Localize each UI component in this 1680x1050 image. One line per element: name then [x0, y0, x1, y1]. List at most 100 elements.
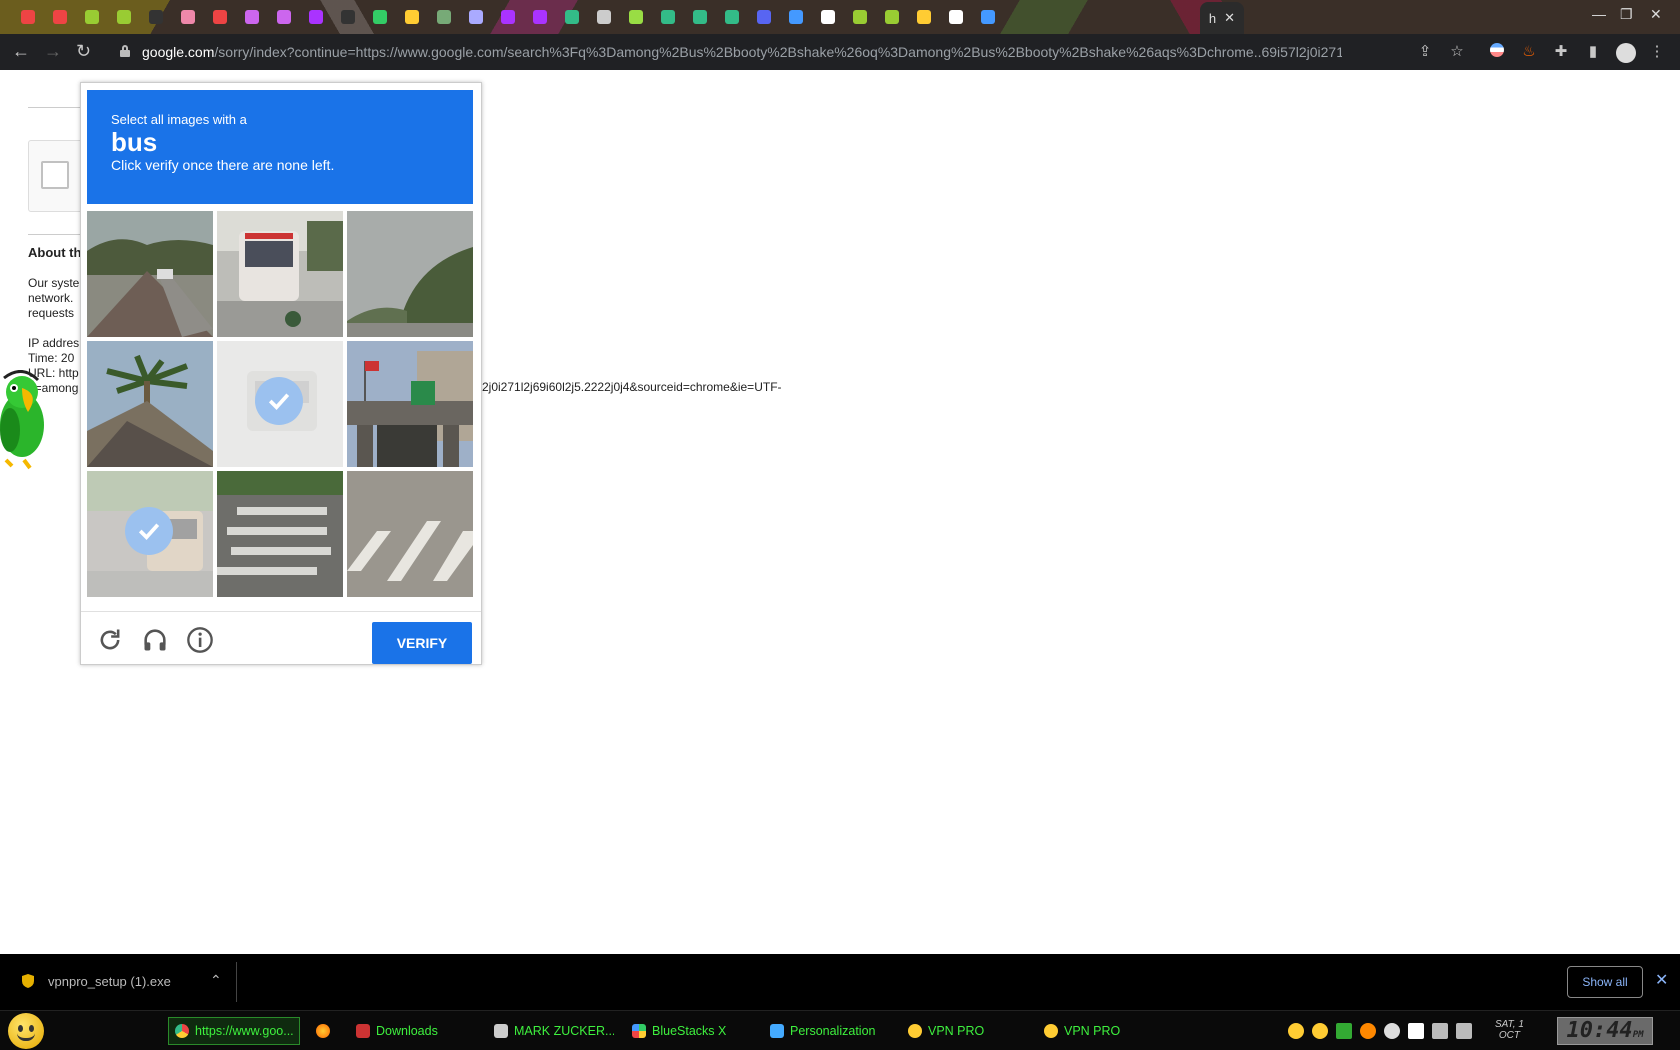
- tray-search-icon[interactable]: [1360, 1023, 1376, 1039]
- image-tile[interactable]: [347, 471, 473, 597]
- browser-tab[interactable]: [16, 6, 40, 28]
- verify-button[interactable]: VERIFY: [372, 622, 472, 664]
- tab-favicon-icon: [213, 10, 227, 24]
- url-text[interactable]: google.com/sorry/index?continue=https://…: [142, 44, 1342, 60]
- minimize-icon[interactable]: —: [1592, 6, 1606, 22]
- browser-tab[interactable]: [624, 6, 648, 28]
- tab-favicon-icon: [21, 10, 35, 24]
- browser-tab[interactable]: [976, 6, 1000, 28]
- show-all-button[interactable]: Show all: [1567, 966, 1643, 998]
- browser-tab[interactable]: [592, 6, 616, 28]
- browser-tab[interactable]: [848, 6, 872, 28]
- forward-icon[interactable]: →: [44, 42, 62, 60]
- taskbar-item-downloads[interactable]: Downloads: [356, 1017, 476, 1045]
- browser-tab[interactable]: [912, 6, 936, 28]
- browser-tab[interactable]: [240, 6, 264, 28]
- browser-tab[interactable]: [656, 6, 680, 28]
- extensions-puzzle-icon[interactable]: ✚: [1552, 43, 1570, 61]
- tab-favicon-icon: [373, 10, 387, 24]
- download-item[interactable]: vpnpro_setup (1).exe ⌃: [14, 966, 228, 998]
- tray-smiley-icon[interactable]: [1288, 1023, 1304, 1039]
- browser-tab[interactable]: [464, 6, 488, 28]
- address-bar[interactable]: google.com/sorry/index?continue=https://…: [110, 39, 1440, 65]
- image-grid: [87, 211, 475, 599]
- tab-active[interactable]: h ✕: [1200, 2, 1244, 34]
- browser-tab[interactable]: [400, 6, 424, 28]
- image-tile[interactable]: [217, 471, 343, 597]
- tray-smiley-icon[interactable]: [1312, 1023, 1328, 1039]
- browser-tab[interactable]: [720, 6, 744, 28]
- reload-icon[interactable]: ↻: [76, 42, 91, 60]
- browser-tab[interactable]: [304, 6, 328, 28]
- browser-tab[interactable]: [496, 6, 520, 28]
- recaptcha-checkbox[interactable]: [41, 161, 69, 189]
- image-tile[interactable]: [87, 341, 213, 467]
- browser-tab[interactable]: [528, 6, 552, 28]
- close-window-icon[interactable]: ✕: [1650, 6, 1662, 23]
- browser-tab[interactable]: [560, 6, 584, 28]
- start-button-smiley-icon[interactable]: [8, 1013, 44, 1049]
- browser-tab[interactable]: [816, 6, 840, 28]
- browser-tab[interactable]: [112, 6, 136, 28]
- tab-favicon-icon: [469, 10, 483, 24]
- clock-date[interactable]: SAT, 1 OCT: [1495, 1019, 1524, 1041]
- reload-challenge-icon[interactable]: [96, 626, 124, 654]
- back-icon[interactable]: ←: [12, 42, 30, 60]
- browser-tab[interactable]: [80, 6, 104, 28]
- taskbar: https://www.goo... Downloads MARK ZUCKER…: [0, 1010, 1680, 1050]
- firefox-icon: [316, 1024, 330, 1038]
- chevron-up-icon[interactable]: ⌃: [210, 972, 222, 989]
- taskbar-item-bluestacks[interactable]: BlueStacks X: [632, 1017, 752, 1045]
- image-tile[interactable]: [87, 471, 213, 597]
- profile-avatar[interactable]: [1616, 43, 1636, 63]
- challenge-header: Select all images with a bus Click verif…: [87, 90, 473, 204]
- image-tile[interactable]: [217, 341, 343, 467]
- taskbar-item-firefox[interactable]: [316, 1017, 336, 1045]
- browser-tab[interactable]: [336, 6, 360, 28]
- image-tile[interactable]: [87, 211, 213, 337]
- browser-tab[interactable]: [880, 6, 904, 28]
- volume-icon[interactable]: [1456, 1023, 1472, 1039]
- tray-tree-icon[interactable]: [1336, 1023, 1352, 1039]
- browser-tab[interactable]: [48, 6, 72, 28]
- menu-kebab-icon[interactable]: ⋮: [1648, 43, 1666, 61]
- restore-icon[interactable]: ❐: [1620, 6, 1633, 23]
- share-icon[interactable]: ⇪: [1416, 43, 1434, 61]
- taskbar-item-vpn-pro[interactable]: VPN PRO: [1044, 1017, 1164, 1045]
- browser-tab[interactable]: [688, 6, 712, 28]
- network-icon[interactable]: [1432, 1023, 1448, 1039]
- extension-fire-icon[interactable]: ♨: [1520, 43, 1538, 61]
- taskbar-item-mark-zucker[interactable]: MARK ZUCKER...: [494, 1017, 614, 1045]
- taskbar-item-chrome[interactable]: https://www.goo...: [168, 1017, 300, 1045]
- browser-tab[interactable]: [944, 6, 968, 28]
- browser-tab[interactable]: [176, 6, 200, 28]
- close-downloads-icon[interactable]: ✕: [1655, 970, 1668, 990]
- extension-flag-icon[interactable]: [1488, 43, 1506, 61]
- info-icon[interactable]: [186, 626, 214, 654]
- close-tab-icon[interactable]: ✕: [1224, 10, 1235, 26]
- tab-favicon-icon: [501, 10, 515, 24]
- side-panel-icon[interactable]: ▮: [1584, 43, 1602, 61]
- browser-tab[interactable]: [144, 6, 168, 28]
- tray-window-icon[interactable]: [1408, 1023, 1424, 1039]
- browser-tab[interactable]: [368, 6, 392, 28]
- browser-tab[interactable]: [784, 6, 808, 28]
- tab-favicon-icon: [693, 10, 707, 24]
- taskbar-item-vpn-pro[interactable]: VPN PRO: [908, 1017, 1028, 1045]
- tab-favicon-icon: [85, 10, 99, 24]
- taskbar-item-personalization[interactable]: Personalization: [770, 1017, 900, 1045]
- image-tile[interactable]: [217, 211, 343, 337]
- audio-challenge-headphones-icon[interactable]: [141, 626, 169, 654]
- tray-flag-icon[interactable]: [1384, 1023, 1400, 1039]
- browser-tab[interactable]: [432, 6, 456, 28]
- tab-favicon-icon: [725, 10, 739, 24]
- browser-tab[interactable]: [752, 6, 776, 28]
- image-tile[interactable]: [347, 341, 473, 467]
- tab-favicon-icon: [181, 10, 195, 24]
- browser-tab[interactable]: [208, 6, 232, 28]
- bookmark-star-icon[interactable]: ☆: [1448, 43, 1466, 61]
- image-tile[interactable]: [347, 211, 473, 337]
- bluestacks-icon: [632, 1024, 646, 1038]
- clock[interactable]: 10:44PM: [1557, 1017, 1653, 1045]
- browser-tab[interactable]: [272, 6, 296, 28]
